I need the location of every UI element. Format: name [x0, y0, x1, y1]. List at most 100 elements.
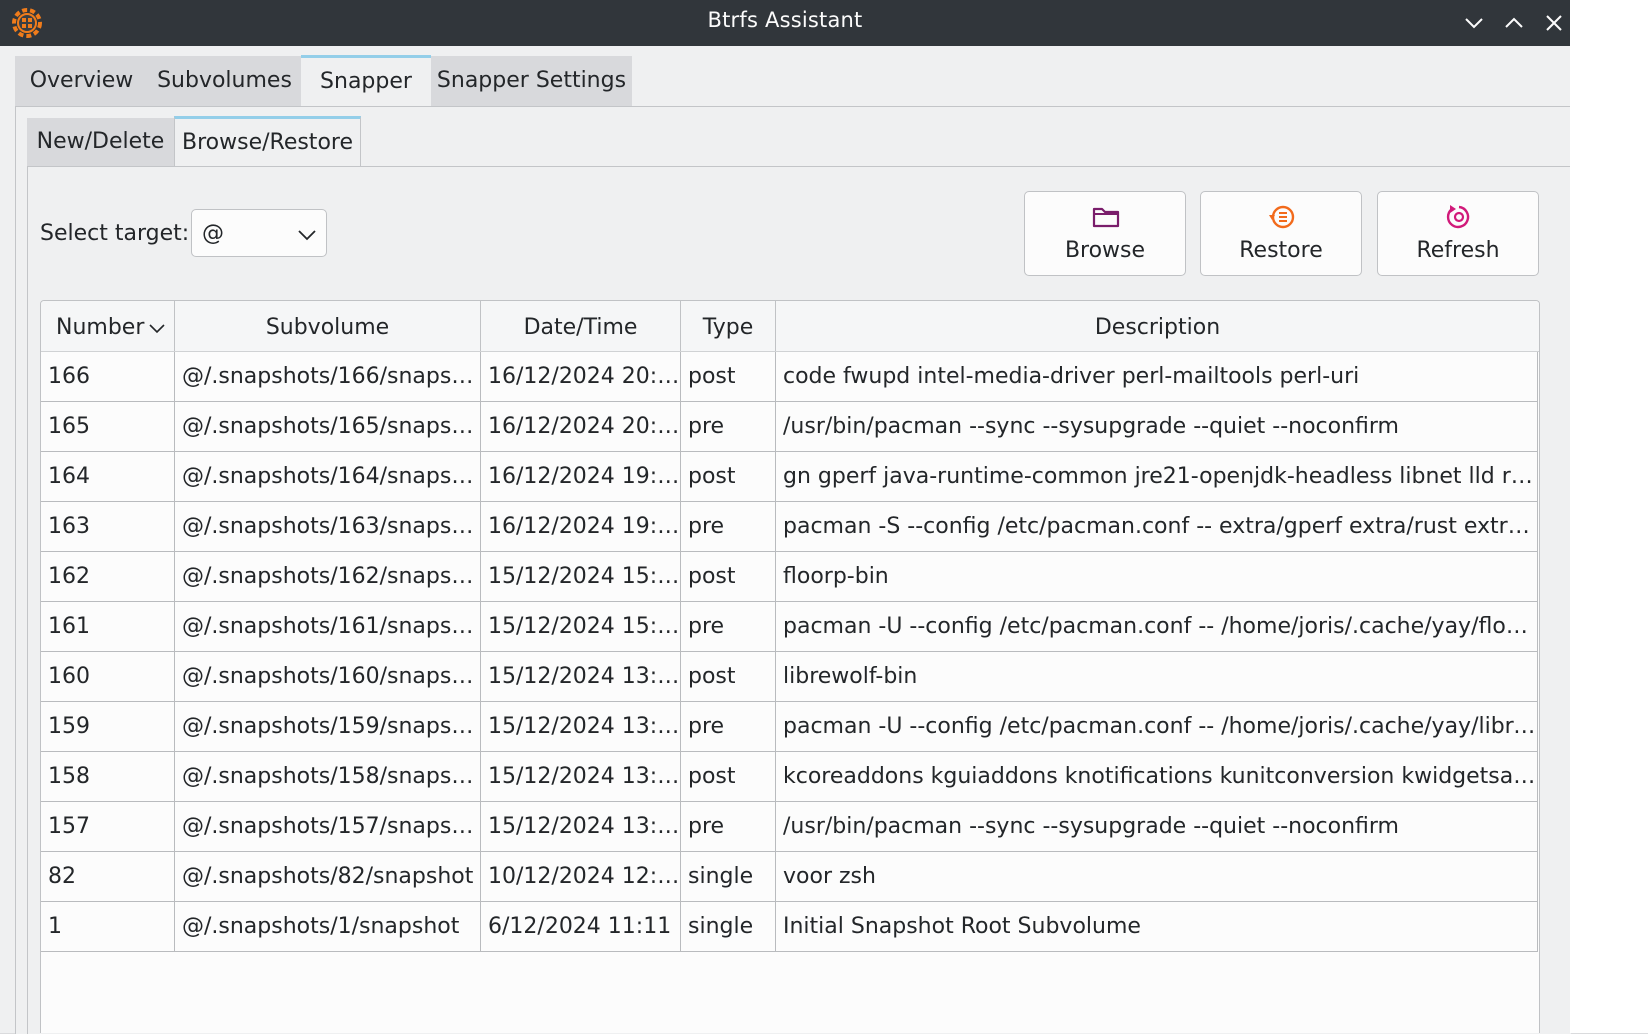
- cell-datetime: 15/12/2024 15:04: [481, 552, 681, 602]
- tab-browse-restore[interactable]: Browse/Restore: [174, 116, 361, 167]
- tab-snapper-settings[interactable]: Snapper Settings: [431, 56, 632, 106]
- cell-description: Initial Snapshot Root Subvolume: [776, 902, 1538, 952]
- table-header: Number Subvolume Date/Time Type Descript…: [41, 301, 1539, 352]
- cell-subvolume: @/.snapshots/161/snapshot: [175, 602, 481, 652]
- cell-number: 82: [41, 852, 175, 902]
- cell-description: /usr/bin/pacman --sync --sysupgrade --qu…: [776, 402, 1538, 452]
- table-row[interactable]: 160 @/.snapshots/160/snapshot 15/12/2024 1…: [41, 652, 1538, 702]
- restore-button[interactable]: Restore: [1200, 191, 1362, 276]
- tab-new-delete[interactable]: New/Delete: [27, 118, 174, 166]
- cell-number: 1: [41, 902, 175, 952]
- cell-type: pre: [681, 802, 776, 852]
- sort-descending-icon: [149, 324, 165, 334]
- cell-number: 163: [41, 502, 175, 552]
- cell-description: pacman -U --config /etc/pacman.conf -- /…: [776, 602, 1538, 652]
- cell-subvolume: @/.snapshots/163/snapshot: [175, 502, 481, 552]
- refresh-button-label: Refresh: [1416, 238, 1500, 263]
- cell-datetime: 15/12/2024 13:00: [481, 802, 681, 852]
- browse-button[interactable]: Browse: [1024, 191, 1186, 276]
- cell-datetime: 15/12/2024 13:44: [481, 652, 681, 702]
- cell-datetime: 16/12/2024 20:33: [481, 352, 681, 402]
- cell-number: 161: [41, 602, 175, 652]
- column-header-datetime[interactable]: Date/Time: [481, 301, 681, 351]
- cell-type: post: [681, 352, 776, 402]
- cell-number: 166: [41, 352, 175, 402]
- cell-number: 160: [41, 652, 175, 702]
- table-row[interactable]: 161 @/.snapshots/161/snapshot 15/12/2024 1…: [41, 602, 1538, 652]
- cell-type: post: [681, 552, 776, 602]
- cell-type: pre: [681, 402, 776, 452]
- cell-number: 157: [41, 802, 175, 852]
- cell-subvolume: @/.snapshots/160/snapshot: [175, 652, 481, 702]
- cell-description: code fwupd intel-media-driver perl-mailt…: [776, 352, 1538, 402]
- snapshot-table[interactable]: Number Subvolume Date/Time Type Descript…: [40, 300, 1540, 1033]
- cell-description: pacman -U --config /etc/pacman.conf -- /…: [776, 702, 1538, 752]
- column-header-number-label: Number: [56, 315, 145, 340]
- cell-type: pre: [681, 702, 776, 752]
- close-icon: [1546, 15, 1562, 31]
- cell-description: floorp-bin: [776, 552, 1538, 602]
- cell-description: /usr/bin/pacman --sync --sysupgrade --qu…: [776, 802, 1538, 852]
- column-header-subvolume[interactable]: Subvolume: [175, 301, 481, 351]
- table-row[interactable]: 163 @/.snapshots/163/snapshot 16/12/2024 1…: [41, 502, 1538, 552]
- table-row[interactable]: 164 @/.snapshots/164/snapshot 16/12/2024 1…: [41, 452, 1538, 502]
- cell-datetime: 15/12/2024 13:44: [481, 702, 681, 752]
- column-header-type[interactable]: Type: [681, 301, 776, 351]
- cell-description: kcoreaddons kguiaddons knotifications ku…: [776, 752, 1538, 802]
- chevron-down-icon: [1465, 18, 1483, 29]
- table-row[interactable]: 159 @/.snapshots/159/snapshot 15/12/2024 1…: [41, 702, 1538, 752]
- table-row[interactable]: 162 @/.snapshots/162/snapshot 15/12/2024 1…: [41, 552, 1538, 602]
- app-window: Btrfs Assistant Overview Subvolumes Snap…: [0, 0, 1571, 1034]
- chevron-down-icon: [298, 230, 316, 241]
- cell-type: post: [681, 652, 776, 702]
- chevron-up-icon: [1505, 17, 1523, 28]
- window-title: Btrfs Assistant: [707, 8, 863, 32]
- cell-number: 162: [41, 552, 175, 602]
- cell-description: voor zsh: [776, 852, 1538, 902]
- restore-icon: [1269, 205, 1295, 229]
- cell-datetime: 16/12/2024 19:37: [481, 452, 681, 502]
- refresh-button[interactable]: Refresh: [1377, 191, 1539, 276]
- maximize-button[interactable]: [1500, 9, 1528, 37]
- close-button[interactable]: [1540, 9, 1568, 37]
- cell-type: post: [681, 752, 776, 802]
- cell-number: 158: [41, 752, 175, 802]
- table-row[interactable]: 158 @/.snapshots/158/snapshot 15/12/2024 1…: [41, 752, 1538, 802]
- minimize-button[interactable]: [1460, 9, 1488, 37]
- column-header-number[interactable]: Number: [41, 301, 175, 351]
- cell-number: 159: [41, 702, 175, 752]
- table-row[interactable]: 1 @/.snapshots/1/snapshot 6/12/2024 11:11 s…: [41, 902, 1538, 952]
- cell-datetime: 15/12/2024 15:04: [481, 602, 681, 652]
- cell-subvolume: @/.snapshots/157/snapshot: [175, 802, 481, 852]
- table-row[interactable]: 82 @/.snapshots/82/snapshot 10/12/2024 12:…: [41, 852, 1538, 902]
- cell-datetime: 16/12/2024 19:37: [481, 502, 681, 552]
- restore-button-label: Restore: [1239, 238, 1323, 263]
- table-row[interactable]: 166 @/.snapshots/166/snapshot 16/12/2024 2…: [41, 352, 1538, 402]
- cell-datetime: 15/12/2024 13:00: [481, 752, 681, 802]
- cell-subvolume: @/.snapshots/159/snapshot: [175, 702, 481, 752]
- cell-type: pre: [681, 602, 776, 652]
- target-select[interactable]: @: [191, 209, 327, 257]
- cell-type: pre: [681, 502, 776, 552]
- cell-description: librewolf-bin: [776, 652, 1538, 702]
- cell-type: single: [681, 902, 776, 952]
- cell-subvolume: @/.snapshots/164/snapshot: [175, 452, 481, 502]
- cell-subvolume: @/.snapshots/166/snapshot: [175, 352, 481, 402]
- cell-datetime: 10/12/2024 12:51: [481, 852, 681, 902]
- tab-snapper[interactable]: Snapper: [301, 55, 431, 106]
- title-bar: Btrfs Assistant: [0, 0, 1570, 46]
- cell-subvolume: @/.snapshots/1/snapshot: [175, 902, 481, 952]
- cell-description: gn gperf java-runtime-common jre21-openj…: [776, 452, 1538, 502]
- cell-subvolume: @/.snapshots/82/snapshot: [175, 852, 481, 902]
- table-row[interactable]: 157 @/.snapshots/157/snapshot 15/12/2024 1…: [41, 802, 1538, 852]
- tab-subvolumes[interactable]: Subvolumes: [148, 56, 301, 106]
- cell-subvolume: @/.snapshots/158/snapshot: [175, 752, 481, 802]
- tab-overview[interactable]: Overview: [15, 56, 148, 106]
- cell-datetime: 6/12/2024 11:11: [481, 902, 681, 952]
- cell-type: post: [681, 452, 776, 502]
- column-header-description[interactable]: Description: [776, 301, 1539, 351]
- table-row[interactable]: 165 @/.snapshots/165/snapshot 16/12/2024 2…: [41, 402, 1538, 452]
- desktop-background: [1570, 0, 1648, 1033]
- cell-description: pacman -S --config /etc/pacman.conf -- e…: [776, 502, 1538, 552]
- target-select-value: @: [202, 221, 224, 246]
